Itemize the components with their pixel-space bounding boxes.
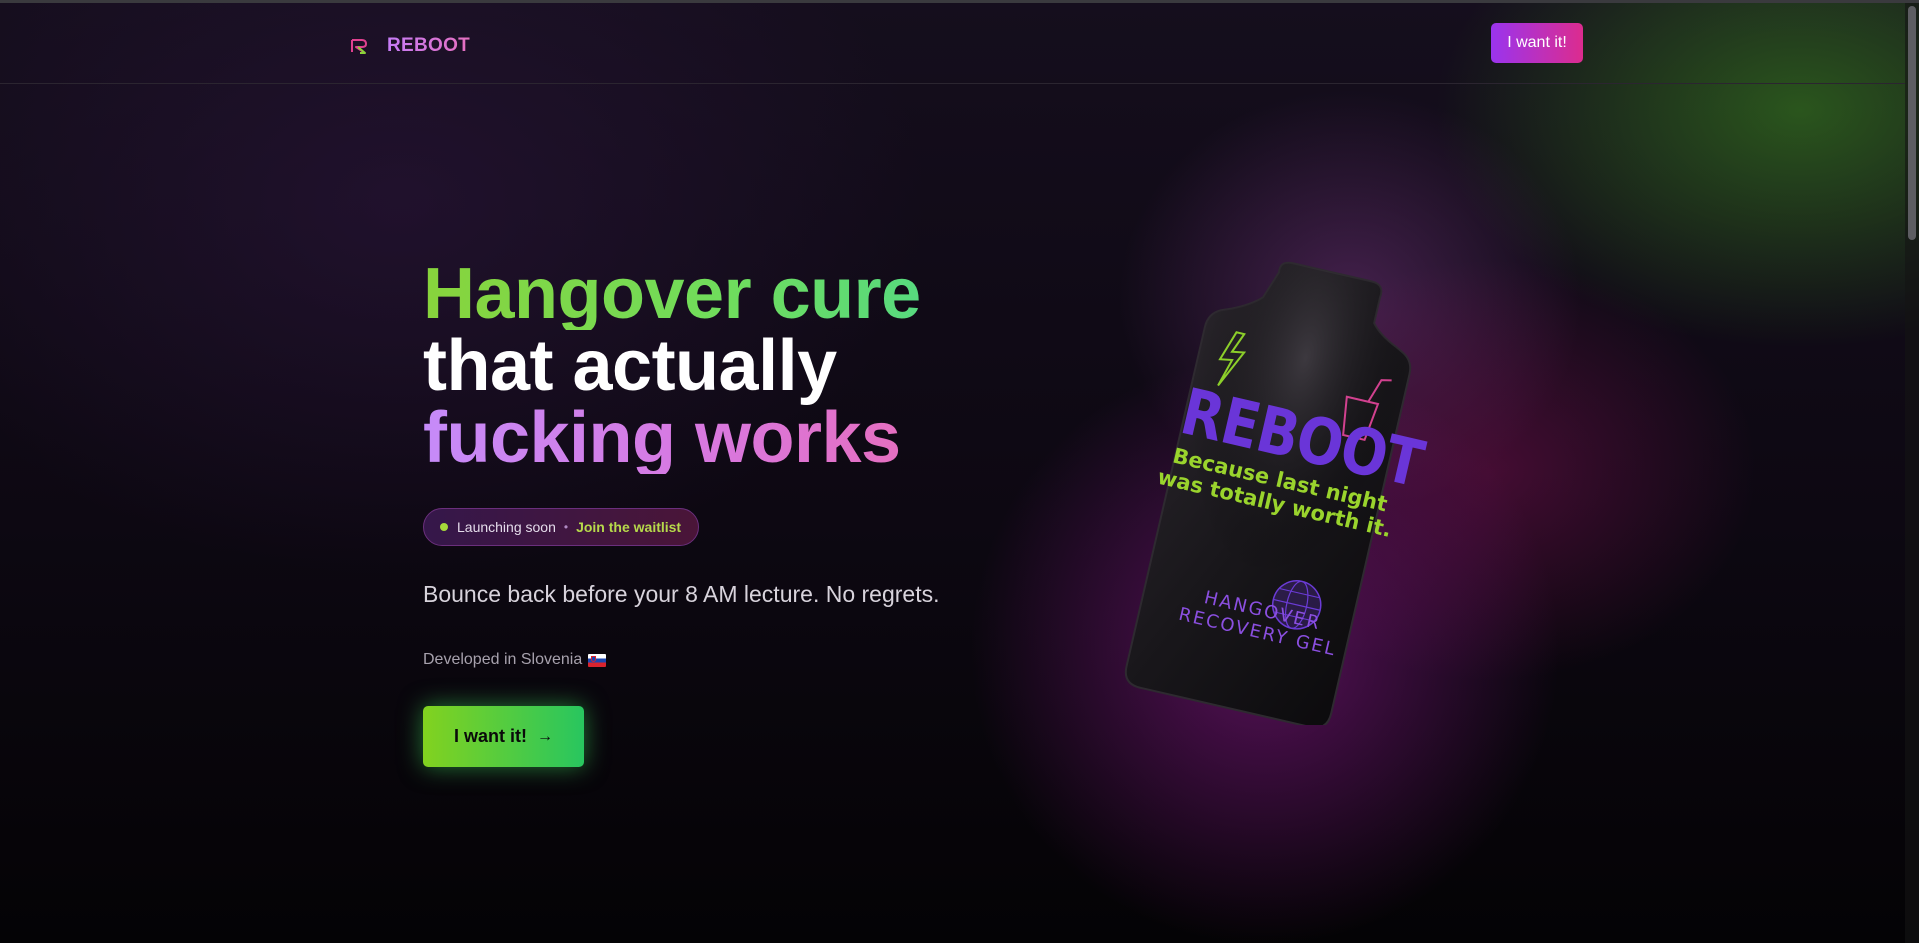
logo-text: REBOOT [387,35,471,56]
headline-line-2: that actually [423,326,837,406]
headline-line-1: Hangover cure [423,258,983,330]
hero-headline: Hangover cure that actually fucking work… [423,258,983,474]
developed-in-label: Developed in Slovenia [423,651,583,668]
scrollbar-thumb[interactable] [1908,6,1916,240]
site-header: REBOOT I want it! [0,3,1905,84]
logo-link[interactable]: REBOOT [349,35,470,57]
pill-separator: • [563,520,569,534]
reboot-r-icon [351,39,367,54]
browser-top-rule [0,0,1919,3]
developed-in-text: Developed in Slovenia [423,651,607,669]
join-waitlist-link[interactable]: Join the waitlist [576,519,681,535]
hero-cta-button[interactable]: I want it! → [423,706,584,767]
hero-subtitle: Bounce back before your 8 AM lecture. No… [423,581,940,607]
hero-cta-label: I want it! [454,726,527,746]
slovenia-flag-icon [588,653,607,667]
pill-status-text: Launching soon [457,519,556,535]
waitlist-pill[interactable]: Launching soon • Join the waitlist [423,508,700,546]
arrow-right-icon: → [537,727,553,745]
headline-line-3: fucking works [423,402,983,474]
header-cta-button[interactable]: I want it! [1491,23,1583,63]
status-dot-icon [440,523,448,531]
